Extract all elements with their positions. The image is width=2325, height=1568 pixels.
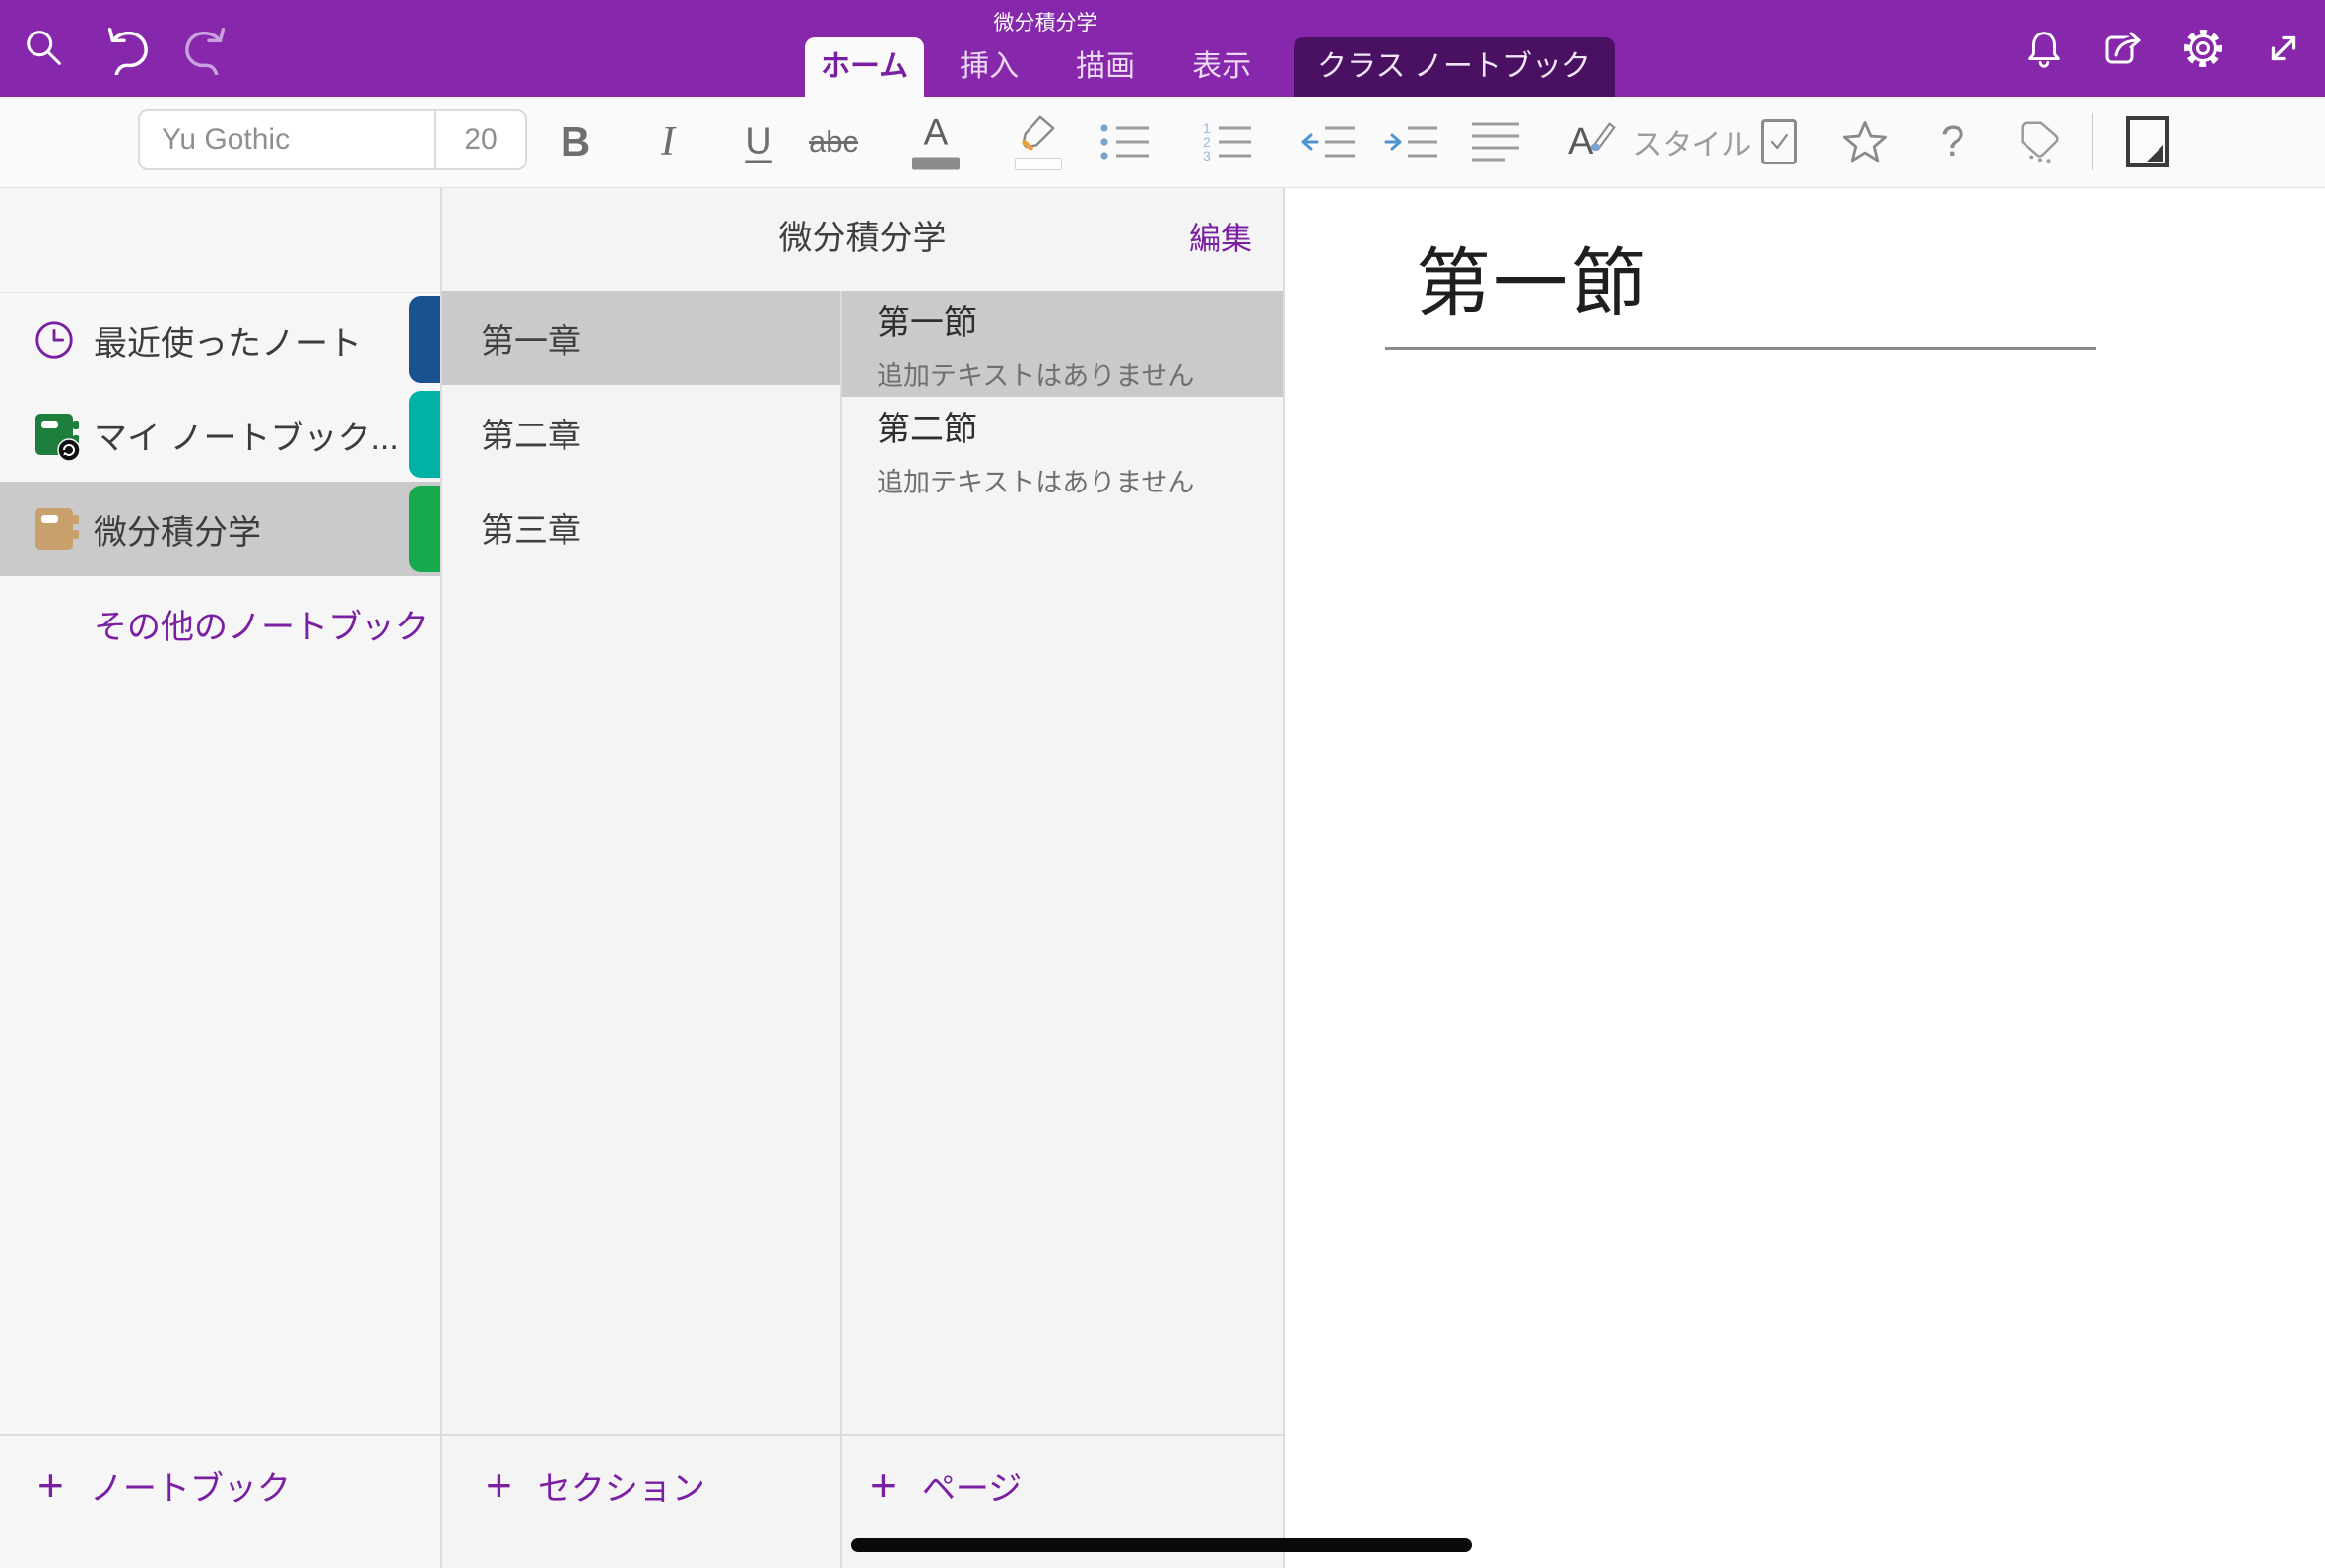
sections-panel: 第一章 第二章 第三章 + セクション <box>442 291 842 1568</box>
highlighter-button[interactable] <box>1015 113 1062 170</box>
edit-button[interactable]: 編集 <box>1189 187 1252 291</box>
italic-button[interactable]: I <box>661 118 675 165</box>
main-layout: 最近使ったノート マイ ノートブック... <box>0 187 2325 1568</box>
clock-icon <box>30 317 79 362</box>
share-icon[interactable] <box>2089 0 2158 97</box>
notebook-list: 最近使ったノート マイ ノートブック... <box>0 292 440 671</box>
title-underline <box>1385 347 2096 350</box>
undo-icon[interactable] <box>91 0 160 97</box>
page-item[interactable]: 第二節 追加テキストはありません <box>842 397 1283 503</box>
font-picker[interactable]: Yu Gothic 20 <box>138 109 527 170</box>
star-icon[interactable] <box>1839 116 1891 167</box>
toolbar-divider <box>2092 113 2093 170</box>
notebook-icon <box>30 508 79 550</box>
notebook-icon <box>30 414 79 455</box>
strikethrough-button[interactable]: abc <box>809 124 858 160</box>
settings-icon[interactable] <box>2168 0 2237 97</box>
note-canvas[interactable]: 第一節 <box>1285 187 2325 1568</box>
font-color-button[interactable]: A <box>912 114 960 170</box>
styles-button[interactable]: A スタイル <box>1568 120 1751 163</box>
more-notebooks-link[interactable]: その他のノートブック <box>0 576 440 671</box>
notebook-header: 微分積分学 編集 <box>442 187 1285 291</box>
indent-icon[interactable] <box>1382 120 1439 163</box>
font-color-swatch <box>912 158 960 170</box>
page-item[interactable]: 第一節 追加テキストはありません <box>842 291 1283 397</box>
tab-draw[interactable]: 描画 <box>1076 37 1135 97</box>
notebook-title: 微分積分学 <box>442 187 1283 291</box>
add-page-button[interactable]: + ページ <box>870 1436 1022 1535</box>
section-item[interactable]: 第一章 <box>442 291 840 385</box>
sections-footer: + セクション <box>442 1434 840 1568</box>
tab-view[interactable]: 表示 <box>1192 37 1251 97</box>
sidebar-item-recent-notes[interactable]: 最近使ったノート <box>0 293 440 387</box>
numbered-list-icon[interactable]: 1 2 3 <box>1202 120 1253 163</box>
pages-panel: 第一節 追加テキストはありません 第二節 追加テキストはありません + ページ <box>842 291 1285 1568</box>
note-page-title[interactable]: 第一節 <box>1416 223 1649 331</box>
underline-button[interactable]: U <box>745 121 771 163</box>
sidebar-item-label: 最近使ったノート <box>94 316 362 364</box>
sidebar-item-calculus[interactable]: 微分積分学 <box>0 482 440 576</box>
outdent-icon[interactable] <box>1299 120 1357 163</box>
tab-insert[interactable]: 挿入 <box>960 37 1019 97</box>
checkbox-icon[interactable] <box>1761 119 1797 164</box>
sidebar-footer: + ノートブック <box>0 1434 440 1568</box>
font-name-field[interactable]: Yu Gothic <box>140 123 434 157</box>
ribbon-tabs: ホーム 挿入 描画 表示 クラス ノートブック <box>805 37 1615 97</box>
bullet-list-icon[interactable] <box>1099 120 1151 163</box>
plus-icon: + <box>486 1463 512 1508</box>
highlight-color-swatch <box>1015 158 1062 170</box>
section-item[interactable]: 第二章 <box>442 385 840 480</box>
notebook-color-tab <box>409 486 440 572</box>
add-section-button[interactable]: + セクション <box>486 1436 705 1535</box>
plus-icon: + <box>37 1463 64 1508</box>
sidebar-item-label: 微分積分学 <box>94 505 261 554</box>
page-icon[interactable] <box>2126 116 2169 167</box>
help-button[interactable]: ? <box>1941 117 1964 166</box>
plus-icon: + <box>870 1463 897 1508</box>
search-icon[interactable] <box>10 0 79 97</box>
notebooks-sidebar: 最近使ったノート マイ ノートブック... <box>0 187 442 1568</box>
redo-icon[interactable] <box>173 0 242 97</box>
tab-home[interactable]: ホーム <box>805 37 924 97</box>
page-item-title: 第一節 <box>877 295 1283 344</box>
highlighter-icon <box>1016 113 1061 151</box>
formatting-toolbar: Yu Gothic 20 B I U abc A 1 2 3 <box>0 97 2325 188</box>
top-app-bar: 微分積分学 ホーム 挿入 描画 表示 クラス ノートブック <box>0 0 2325 97</box>
sidebar-item-my-notebook[interactable]: マイ ノートブック... <box>0 387 440 482</box>
font-size-field[interactable]: 20 <box>434 111 525 168</box>
sidebar-item-label: マイ ノートブック... <box>94 411 399 459</box>
tab-class-notebook[interactable]: クラス ノートブック <box>1294 37 1615 97</box>
tag-icon[interactable] <box>2015 117 2064 166</box>
window-title: 微分積分学 <box>947 7 1144 36</box>
notifications-icon[interactable] <box>2010 0 2079 97</box>
page-item-subtitle: 追加テキストはありません <box>877 355 1283 393</box>
page-item-title: 第二節 <box>877 402 1283 450</box>
sync-icon <box>57 438 81 462</box>
section-item[interactable]: 第三章 <box>442 480 840 574</box>
align-icon[interactable] <box>1470 118 1521 165</box>
bold-button[interactable]: B <box>561 118 590 165</box>
notebook-color-tab <box>409 391 440 478</box>
home-indicator[interactable] <box>851 1538 1472 1552</box>
svg-text:3: 3 <box>1203 148 1211 163</box>
add-notebook-button[interactable]: + ノートブック <box>37 1436 291 1535</box>
expand-icon[interactable] <box>2249 0 2318 97</box>
notebook-color-tab <box>409 296 440 383</box>
page-item-subtitle: 追加テキストはありません <box>877 461 1283 499</box>
